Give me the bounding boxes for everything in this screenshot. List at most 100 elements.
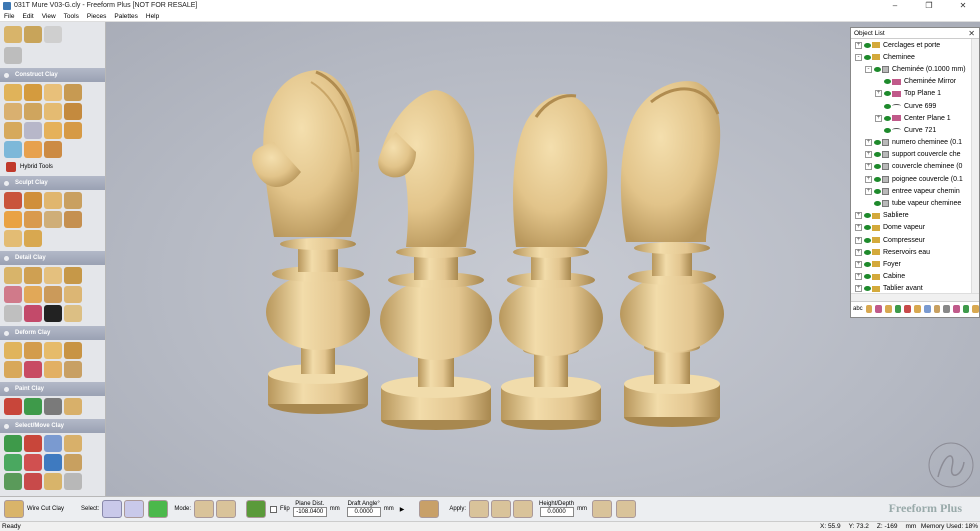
object-list-item[interactable]: + Top Plane 1 — [851, 88, 979, 100]
section-sculpt-clay[interactable]: Sculpt Clay — [0, 176, 105, 190]
visibility-icon[interactable] — [864, 274, 871, 280]
visibility-icon[interactable] — [884, 91, 891, 97]
object-list-item[interactable]: tube vapeur cheminee — [851, 197, 979, 209]
visibility-icon[interactable] — [884, 103, 891, 109]
visibility-icon[interactable] — [874, 164, 881, 170]
visibility-icon[interactable] — [864, 225, 871, 231]
object-list-item[interactable]: + numero cheminee (0.1 — [851, 137, 979, 149]
horizontal-scrollbar[interactable] — [851, 293, 979, 301]
object-list-item[interactable]: + Foyer — [851, 258, 979, 270]
visibility-icon[interactable] — [864, 286, 871, 292]
tool-icon[interactable] — [44, 103, 62, 120]
tool-icon[interactable] — [4, 230, 22, 247]
collapse-icon[interactable]: - — [865, 65, 872, 73]
object-list-item[interactable]: + poignee couvercle (0.1 — [851, 173, 979, 185]
tool-icon[interactable] — [4, 122, 22, 139]
tool-icon[interactable] — [24, 473, 42, 490]
wire-cut-label[interactable]: Wire Cut Clay — [27, 506, 64, 512]
expand-icon[interactable]: + — [865, 163, 872, 171]
pointer-icon[interactable] — [44, 26, 62, 43]
tool-icon[interactable] — [885, 304, 892, 313]
tool-icon[interactable] — [24, 122, 42, 139]
maximize-icon[interactable]: ❐ — [912, 0, 946, 11]
tool-icon[interactable] — [44, 435, 62, 452]
collapse-icon[interactable]: - — [855, 53, 862, 61]
menu-view[interactable]: View — [38, 13, 60, 20]
tool-icon[interactable] — [24, 141, 42, 158]
tool-icon[interactable] — [24, 103, 42, 120]
tool-icon[interactable] — [64, 122, 82, 139]
visibility-icon[interactable] — [864, 54, 871, 60]
tool-icon[interactable] — [24, 267, 42, 284]
tool-icon[interactable] — [4, 267, 22, 284]
object-list-item[interactable]: Curve 721 — [851, 124, 979, 136]
visibility-icon[interactable] — [874, 66, 881, 72]
tool-icon[interactable] — [4, 305, 22, 322]
tool-icon[interactable] — [64, 342, 82, 359]
tool-icon[interactable] — [865, 304, 873, 313]
wire-cut-icon[interactable] — [4, 500, 24, 518]
visibility-icon[interactable] — [874, 140, 881, 146]
tool-icon[interactable] — [24, 192, 42, 209]
knight-piece[interactable] — [499, 94, 608, 430]
tool-icon[interactable] — [44, 342, 62, 359]
tool-icon[interactable] — [64, 84, 82, 101]
section-select-move-clay[interactable]: Select/Move Clay — [0, 419, 105, 433]
tool-icon[interactable] — [933, 304, 941, 313]
tool-icon[interactable] — [24, 435, 42, 452]
menu-pieces[interactable]: Pieces — [83, 13, 111, 20]
undo-icon[interactable] — [4, 26, 22, 43]
expand-icon[interactable]: + — [855, 285, 862, 293]
tool-icon[interactable] — [64, 267, 82, 284]
play-icon[interactable]: ▶ — [400, 506, 405, 513]
tool-icon[interactable] — [44, 473, 62, 490]
menu-file[interactable]: File — [0, 13, 18, 20]
tool-icon[interactable] — [914, 304, 921, 313]
tool-icon[interactable] — [4, 103, 22, 120]
draft-angle-input[interactable]: 0.0000 — [346, 507, 381, 517]
tool-icon[interactable] — [64, 286, 82, 303]
tool-icon[interactable] — [64, 192, 82, 209]
plane-mode-icon[interactable] — [246, 500, 267, 518]
object-list-item[interactable]: + Sabliere — [851, 210, 979, 222]
tool-icon[interactable] — [24, 398, 42, 415]
tool-icon[interactable] — [24, 454, 42, 471]
object-list-item[interactable]: Cheminée Mirror — [851, 76, 979, 88]
section-construct-clay[interactable]: Construct Clay — [0, 68, 105, 82]
visibility-icon[interactable] — [864, 213, 871, 219]
object-list-item[interactable]: + entree vapeur chemin — [851, 185, 979, 197]
expand-icon[interactable]: + — [855, 236, 862, 244]
vertical-scrollbar[interactable] — [971, 39, 979, 293]
object-list-item[interactable]: + Compresseur — [851, 234, 979, 246]
tool-icon[interactable] — [4, 454, 22, 471]
object-list-item[interactable]: Curve 699 — [851, 100, 979, 112]
tool-icon[interactable] — [24, 286, 42, 303]
abc-label[interactable]: abc — [853, 306, 863, 312]
visibility-icon[interactable] — [864, 249, 871, 255]
tool-icon[interactable] — [952, 304, 960, 313]
tool-icon[interactable] — [64, 435, 82, 452]
menu-palettes[interactable]: Palettes — [110, 13, 142, 20]
tool-icon[interactable] — [962, 304, 970, 313]
tool-icon[interactable] — [4, 211, 22, 228]
menu-tools[interactable]: Tools — [60, 13, 83, 20]
extrude-a-icon[interactable] — [592, 500, 613, 518]
tool-icon[interactable] — [894, 304, 902, 313]
object-list-item[interactable]: + Dome vapeur — [851, 222, 979, 234]
expand-icon[interactable]: + — [865, 139, 872, 147]
object-list-item[interactable]: + Cabine — [851, 271, 979, 283]
minimize-icon[interactable]: – — [878, 0, 912, 11]
tool-icon[interactable] — [64, 473, 82, 490]
menu-edit[interactable]: Edit — [18, 13, 37, 20]
object-list-item[interactable]: - Cheminee — [851, 51, 979, 63]
tool-icon[interactable] — [24, 230, 42, 247]
tool-icon[interactable] — [64, 211, 82, 228]
tool-icon[interactable] — [24, 342, 42, 359]
arrow-left-icon[interactable] — [148, 500, 169, 518]
expand-icon[interactable]: + — [875, 114, 882, 122]
expand-icon[interactable]: + — [865, 151, 872, 159]
tool-icon[interactable] — [44, 192, 62, 209]
tool-icon[interactable] — [4, 192, 22, 209]
tool-icon[interactable] — [24, 84, 42, 101]
apply-a-icon[interactable] — [469, 500, 490, 518]
